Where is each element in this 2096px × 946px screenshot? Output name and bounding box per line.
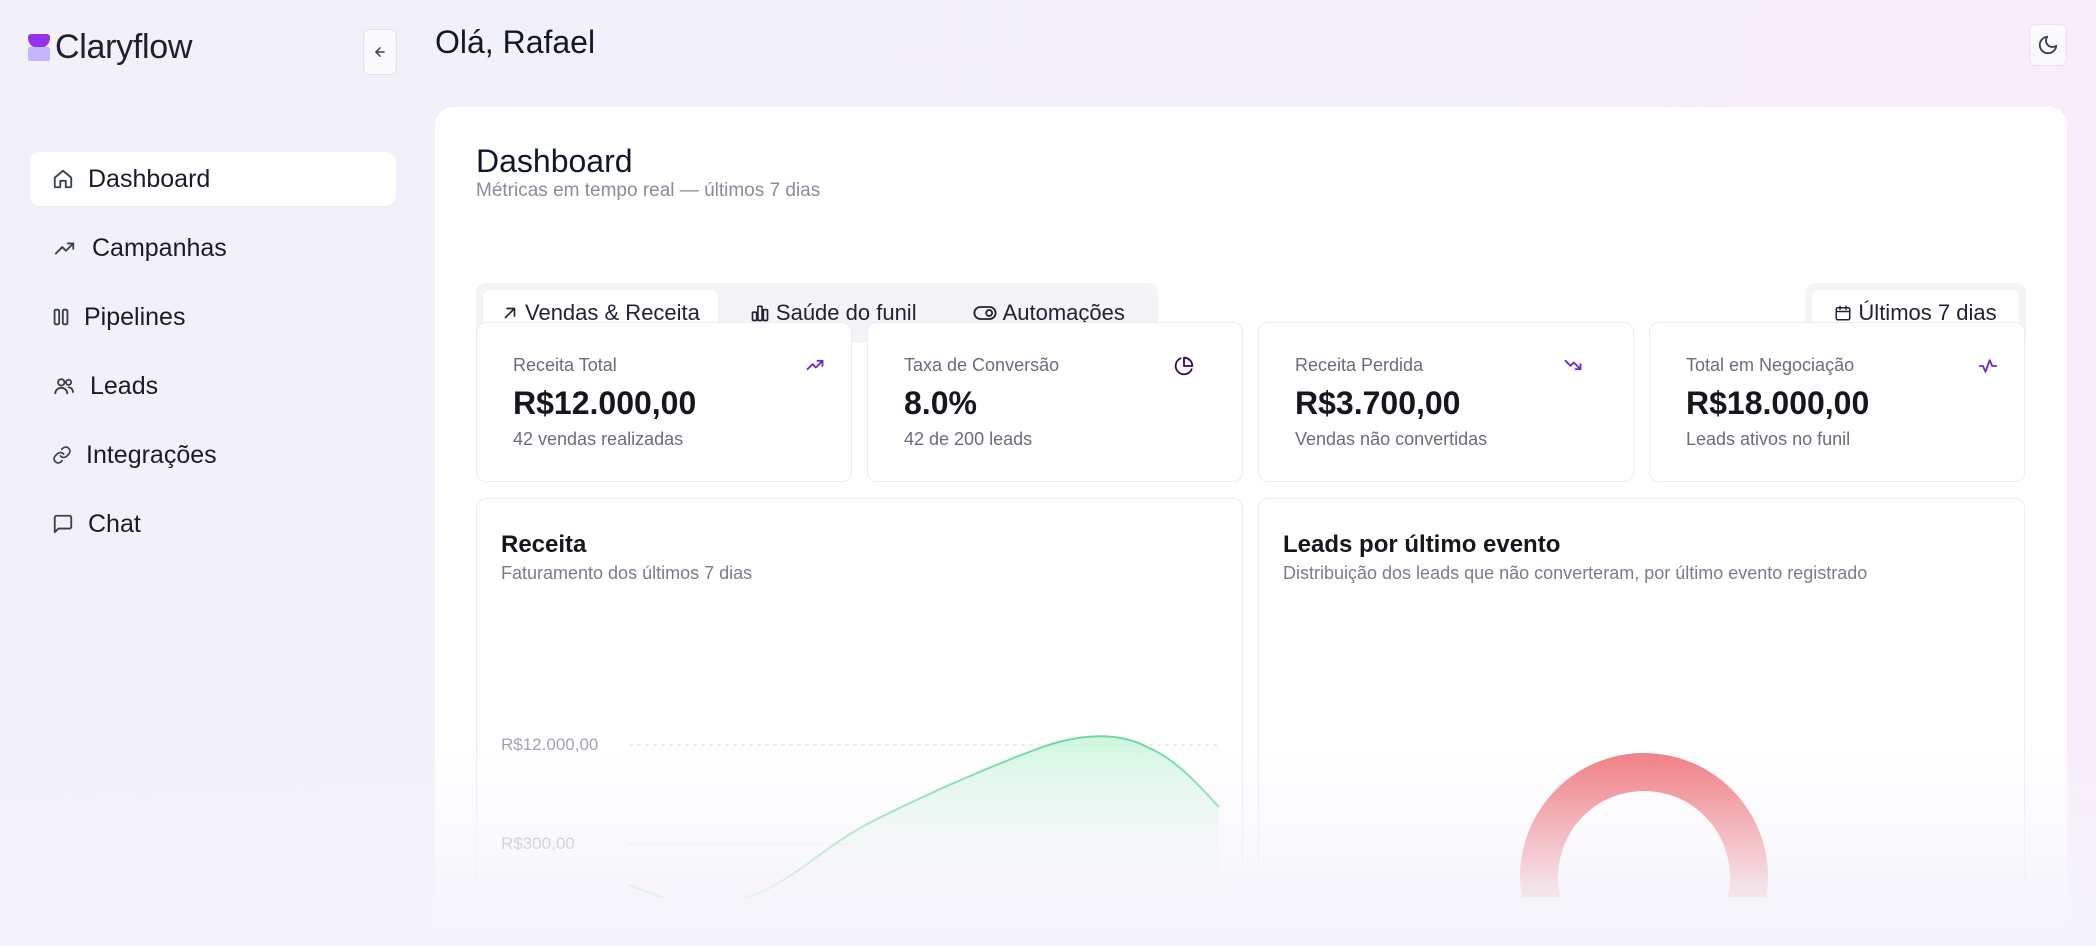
- moon-icon: [2038, 35, 2058, 55]
- sidebar-item-pipelines[interactable]: Pipelines: [30, 290, 396, 344]
- sidebar-item-label: Chat: [88, 509, 141, 538]
- brand-name: Claryflow: [55, 28, 193, 66]
- revenue-area-chart: [628, 735, 1220, 897]
- link-icon: [53, 446, 71, 464]
- leads-donut-chart: [1520, 753, 1768, 897]
- leads-chart-card: Leads por último evento Distribuição dos…: [1258, 498, 2025, 898]
- kpi-card-taxa-conversao: Taxa de Conversão 8.0% 42 de 200 leads: [867, 322, 1243, 482]
- kpi-label: Receita Perdida: [1295, 355, 1424, 375]
- kpi-subtext: Leads ativos no funil: [1686, 429, 1851, 449]
- sidebar-item-label: Pipelines: [84, 302, 186, 331]
- donut-segment: [1520, 753, 1768, 897]
- pie-chart-icon: [1174, 356, 1194, 376]
- collapse-sidebar-button[interactable]: [363, 29, 397, 75]
- kpi-value: R$12.000,00: [513, 385, 697, 421]
- columns-icon: [53, 308, 69, 326]
- trending-up-icon: [806, 359, 824, 371]
- arrow-left-icon: [375, 47, 385, 57]
- arrow-up-right-icon: [504, 307, 516, 319]
- brand-logo-icon: [28, 33, 50, 62]
- home-icon: [53, 169, 73, 189]
- kpi-value: 8.0%: [904, 385, 977, 421]
- sidebar-nav: Dashboard Campanhas Pipelines Leads Inte…: [30, 152, 396, 566]
- kpi-label: Taxa de Conversão: [904, 355, 1060, 375]
- trending-up-icon: [54, 242, 75, 255]
- kpi-subtext: Vendas não convertidas: [1295, 429, 1488, 449]
- revenue-area: [629, 736, 1219, 897]
- page-title: Dashboard: [476, 143, 633, 179]
- sidebar-item-campanhas[interactable]: Campanhas: [30, 221, 396, 275]
- kpi-label: Total em Negociação: [1686, 355, 1855, 375]
- toggle-icon: [973, 306, 997, 320]
- kpi-value: R$18.000,00: [1686, 385, 1870, 421]
- greeting: Olá, Rafael: [435, 24, 596, 60]
- bar-chart-icon: [751, 305, 769, 322]
- calendar-icon: [1835, 305, 1851, 321]
- kpi-value: R$3.700,00: [1295, 385, 1461, 421]
- activity-icon: [1978, 359, 1998, 373]
- sidebar-item-label: Campanhas: [92, 233, 227, 262]
- sidebar-item-dashboard[interactable]: Dashboard: [30, 152, 396, 206]
- sidebar-item-label: Dashboard: [88, 164, 211, 193]
- kpi-subtext: 42 vendas realizadas: [513, 429, 684, 449]
- kpi-label: Receita Total: [513, 355, 617, 375]
- sidebar-item-chat[interactable]: Chat: [30, 497, 396, 551]
- page-subtitle: Métricas em tempo real — últimos 7 dias: [476, 180, 821, 201]
- kpi-card-receita-perdida: Receita Perdida R$3.700,00 Vendas não co…: [1258, 322, 1634, 482]
- users-icon: [54, 378, 74, 395]
- revenue-chart-card: Receita Faturamento dos últimos 7 dias R…: [476, 498, 1243, 898]
- trending-down-icon: [1564, 359, 1582, 371]
- sidebar-item-label: Leads: [90, 371, 159, 400]
- sidebar-item-label: Integrações: [86, 440, 217, 469]
- message-square-icon: [53, 514, 73, 534]
- sidebar-item-integracoes[interactable]: Integrações: [30, 428, 396, 482]
- sidebar-item-leads[interactable]: Leads: [30, 359, 396, 413]
- brand: Claryflow: [28, 28, 192, 67]
- kpi-card-receita-total: Receita Total R$12.000,00 42 vendas real…: [476, 322, 852, 482]
- kpi-card-total-negociacao: Total em Negociação R$18.000,00 Leads at…: [1649, 322, 2025, 482]
- theme-toggle-button[interactable]: [2029, 24, 2067, 66]
- kpi-subtext: 42 de 200 leads: [904, 429, 1033, 449]
